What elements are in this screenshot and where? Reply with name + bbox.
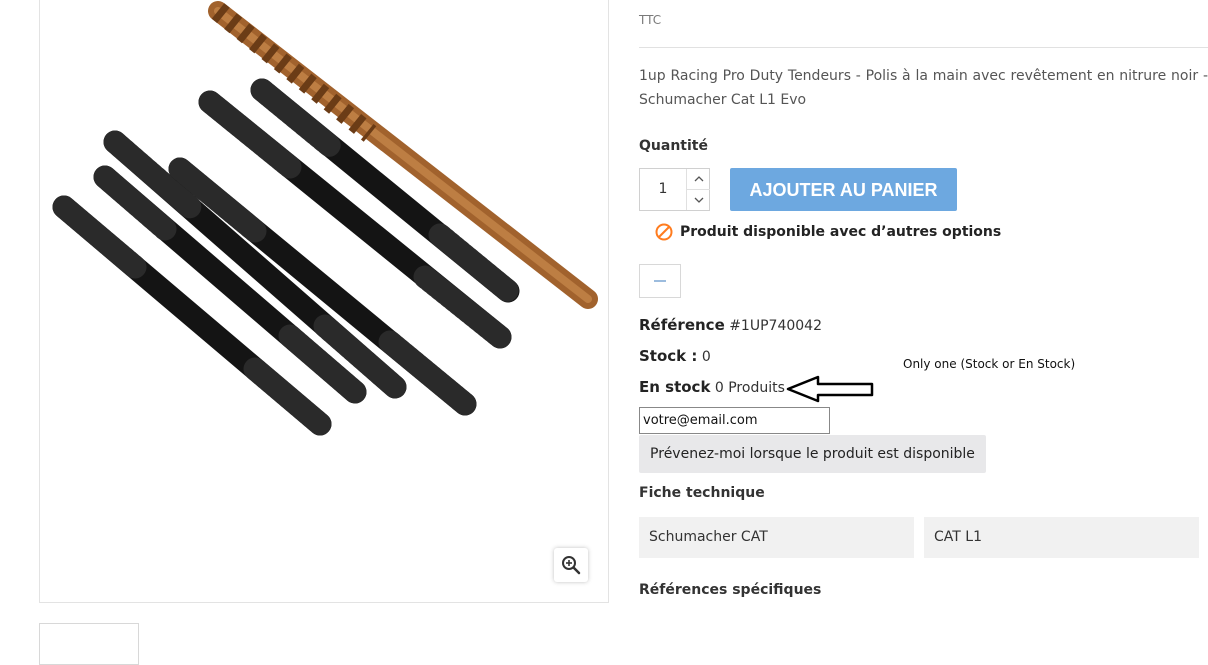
product-image: [52, 1, 598, 436]
email-field[interactable]: [639, 407, 830, 434]
feature-value: CAT L1: [924, 517, 1199, 558]
chevron-up-icon: [694, 176, 703, 182]
zoom-in-icon: [562, 556, 581, 575]
turnbuckle-rods: [52, 78, 520, 436]
chevron-down-icon: [694, 197, 703, 203]
reference-value: #1UP740042: [729, 318, 822, 334]
quantity-input[interactable]: 1: [640, 169, 686, 210]
variant-thumbnail-icon: [654, 280, 666, 282]
reference-label: Référence: [639, 316, 725, 334]
quantity-decrease-button[interactable]: [687, 190, 710, 210]
arrow-left-icon: [786, 375, 874, 403]
add-to-cart-button[interactable]: AJOUTER AU PANIER: [730, 168, 957, 211]
availability-message: Produit disponible avec d’autres options: [655, 223, 1001, 241]
product-image-frame: [39, 0, 609, 603]
en-stock-row: En stock 0 Produits: [639, 378, 785, 396]
quantity-label: Quantité: [639, 138, 708, 154]
product-thumbnail[interactable]: [39, 623, 139, 665]
zoom-button[interactable]: [554, 548, 588, 582]
stock-value: 0: [701, 349, 711, 365]
reference-row: Référence #1UP740042: [639, 316, 822, 334]
product-description: 1up Racing Pro Duty Tendeurs - Polis à l…: [639, 68, 1208, 108]
notify-me-button[interactable]: Prévenez-moi lorsque le produit est disp…: [639, 435, 986, 473]
annotation-note: Only one (Stock or En Stock): [903, 357, 1076, 371]
product-brand: TTC: [639, 13, 662, 27]
en-stock-value: 0 Produits: [714, 380, 785, 396]
feature-value: Schumacher CAT: [639, 517, 914, 558]
stock-label: Stock :: [639, 347, 698, 365]
availability-text: Produit disponible avec d’autres options: [680, 224, 1002, 240]
divider: [639, 47, 1208, 48]
specific-references-title: Références spécifiques: [639, 582, 822, 598]
stock-row: Stock : 0: [639, 347, 711, 365]
quantity-stepper[interactable]: 1: [639, 168, 710, 211]
features-title: Fiche technique: [639, 485, 765, 501]
variant-option[interactable]: [639, 264, 681, 298]
en-stock-label: En stock: [639, 378, 711, 396]
quantity-spinner: [686, 169, 710, 210]
quantity-increase-button[interactable]: [687, 169, 710, 190]
unavailable-icon: [655, 223, 673, 241]
